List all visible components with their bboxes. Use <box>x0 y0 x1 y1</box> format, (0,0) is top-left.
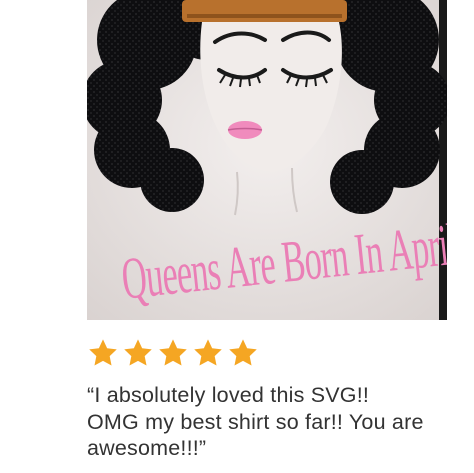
crown-shape <box>182 0 347 22</box>
star-rating <box>87 336 259 370</box>
star-icon <box>124 339 152 366</box>
star-icon <box>89 339 117 366</box>
product-photo: Queens Are Born In April <box>87 0 447 320</box>
review-line: OMG my best shirt so far!! You are <box>87 409 424 434</box>
review-line: “I absolutely loved this SVG!! <box>87 383 370 407</box>
review-line: awesome!!!” <box>87 436 207 460</box>
star-icon <box>159 339 187 366</box>
star-icon <box>194 339 222 366</box>
star-icon <box>229 339 257 366</box>
shirt-design-image: Queens Are Born In April <box>87 0 447 320</box>
review-text: “I absolutely loved this SVG!! OMG my be… <box>87 382 467 462</box>
